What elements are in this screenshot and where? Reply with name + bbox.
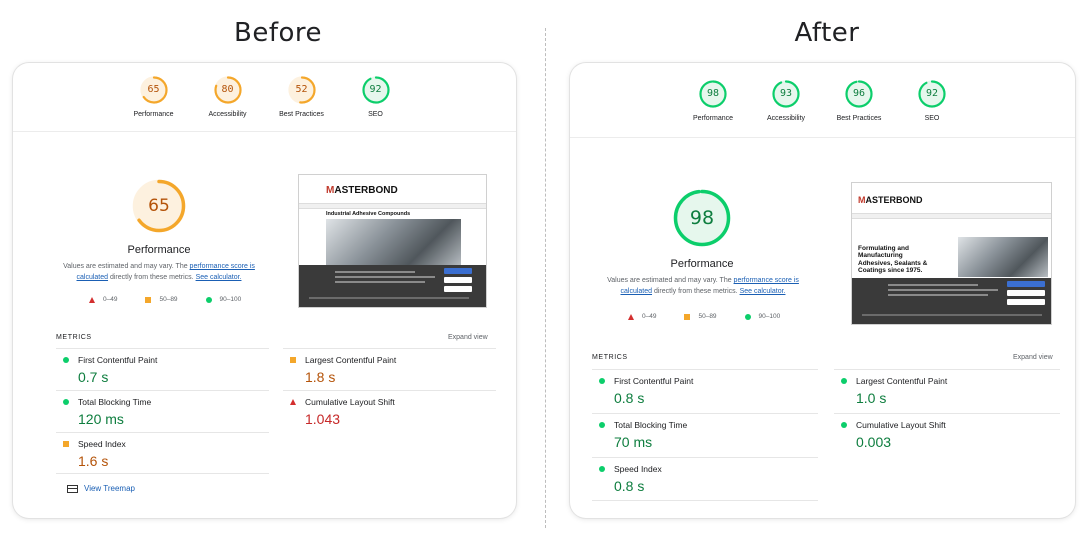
score-note: Values are estimated and may vary. The p…	[63, 263, 255, 281]
site-hero-heading: Industrial Adhesive Compounds	[326, 211, 411, 217]
metric-largest-contentful-paint: Largest Contentful Paint 1.0 s	[834, 369, 1060, 413]
category-scores: 65 Performance 80 Accessibility 52 Best …	[13, 75, 516, 145]
category-gauge-performance[interactable]: 65 Performance	[128, 75, 180, 145]
metric-first-contentful-paint: First Contentful Paint 0.7 s	[56, 348, 269, 390]
after-heading: After	[794, 18, 860, 48]
category-score: 98	[706, 88, 720, 99]
site-nav	[852, 213, 1051, 219]
pass-circle-icon	[63, 357, 69, 363]
pass-circle-icon	[599, 422, 605, 428]
metric-cumulative-layout-shift: Cumulative Layout Shift 1.043	[283, 390, 496, 432]
metric-speed-index: Speed Index 0.8 s	[592, 457, 818, 501]
site-logo: MASTERBOND	[326, 185, 398, 196]
category-label: Accessibility	[766, 115, 806, 122]
category-score: 93	[779, 88, 793, 99]
performance-title: Performance	[127, 244, 191, 256]
expand-view-toggle[interactable]: Expand view	[448, 334, 488, 341]
average-square-icon	[63, 441, 69, 447]
metric-total-blocking-time: Total Blocking Time 120 ms	[56, 390, 269, 432]
header-separator	[13, 131, 516, 132]
site-hero-heading: Formulating and Manufacturing Adhesives,…	[858, 245, 928, 275]
treemap-icon	[67, 484, 78, 493]
category-score: 92	[369, 84, 382, 95]
metrics-heading: METRICS	[592, 354, 628, 361]
pass-circle-icon	[841, 422, 847, 428]
category-gauge-seo[interactable]: 92 SEO	[906, 79, 958, 149]
before-heading: Before	[233, 18, 322, 48]
cookie-banner	[299, 265, 486, 307]
category-label: Performance	[692, 115, 734, 122]
score-note: Values are estimated and may vary. The p…	[607, 277, 799, 295]
average-square-icon	[684, 313, 691, 320]
metric-cumulative-layout-shift: Cumulative Layout Shift 0.003	[834, 413, 1060, 457]
category-label: Best Practices	[279, 111, 324, 118]
category-gauge-best-practices[interactable]: 52 Best Practices	[276, 75, 328, 145]
category-score: 92	[925, 88, 939, 99]
category-score: 96	[852, 88, 866, 99]
calculator-link[interactable]: See calculator.	[740, 288, 786, 295]
score-legend: 0–49 50–89 90–100	[628, 313, 780, 320]
category-score: 80	[221, 84, 234, 95]
average-square-icon	[290, 357, 296, 363]
metric-first-contentful-paint: First Contentful Paint 0.8 s	[592, 369, 818, 413]
performance-score: 98	[689, 207, 715, 229]
category-gauge-best-practices[interactable]: 96 Best Practices	[833, 79, 885, 149]
category-gauge-seo[interactable]: 92 SEO	[350, 75, 402, 145]
category-label: SEO	[368, 111, 383, 118]
category-label: Best Practices	[836, 115, 882, 122]
category-scores: 98 Performance 93 Accessibility 96 Best …	[570, 79, 1075, 149]
pass-circle-icon	[205, 296, 212, 303]
comparison-divider	[545, 28, 546, 528]
expand-view-toggle[interactable]: Expand view	[1013, 354, 1053, 361]
average-square-icon	[145, 296, 152, 303]
performance-gauge: 98	[672, 188, 732, 248]
performance-title: Performance	[670, 258, 734, 270]
category-label: SEO	[924, 115, 940, 122]
fail-triangle-icon	[290, 399, 296, 405]
pass-circle-icon	[744, 313, 751, 320]
category-gauge-accessibility[interactable]: 93 Accessibility	[760, 79, 812, 149]
view-treemap-button[interactable]: View Treemap	[67, 484, 135, 493]
performance-score: 65	[148, 196, 170, 216]
cookie-banner	[852, 278, 1051, 324]
pass-circle-icon	[841, 378, 847, 384]
category-label: Accessibility	[208, 111, 247, 118]
site-nav	[299, 203, 486, 209]
metric-total-blocking-time: Total Blocking Time 70 ms	[592, 413, 818, 457]
category-score: 65	[147, 84, 160, 95]
category-gauge-accessibility[interactable]: 80 Accessibility	[202, 75, 254, 145]
category-gauge-performance[interactable]: 98 Performance	[687, 79, 739, 149]
category-score: 52	[295, 84, 308, 95]
site-logo: MASTERBOND	[858, 195, 923, 205]
site-hero-photo	[326, 219, 461, 267]
fail-triangle-icon	[628, 313, 634, 320]
pass-circle-icon	[599, 466, 605, 472]
performance-gauge: 65	[131, 178, 187, 234]
metric-speed-index: Speed Index 1.6 s	[56, 432, 269, 474]
legend-pass: 90–100	[205, 296, 241, 303]
pass-circle-icon	[599, 378, 605, 384]
page-screenshot-thumbnail[interactable]: MASTERBOND Formulating and Manufacturing…	[851, 182, 1052, 325]
metric-largest-contentful-paint: Largest Contentful Paint 1.8 s	[283, 348, 496, 390]
score-legend: 0–49 50–89 90–100	[89, 296, 241, 303]
page-screenshot-thumbnail[interactable]: MASTERBOND Industrial Adhesive Compounds	[298, 174, 487, 308]
calculator-link[interactable]: See calculator.	[196, 274, 242, 281]
after-report-card: 98 Performance 93 Accessibility 96 Best …	[570, 63, 1075, 518]
pass-circle-icon	[63, 399, 69, 405]
header-separator	[570, 137, 1075, 138]
fail-triangle-icon	[89, 296, 95, 303]
legend-fail: 0–49	[628, 313, 656, 320]
legend-average: 50–89	[684, 313, 717, 320]
legend-pass: 90–100	[744, 313, 780, 320]
site-hero-photo	[958, 237, 1048, 277]
category-label: Performance	[133, 111, 174, 118]
metrics-heading: METRICS	[56, 334, 92, 341]
legend-fail: 0–49	[89, 296, 117, 303]
before-report-card: 65 Performance 80 Accessibility 52 Best …	[13, 63, 516, 518]
legend-average: 50–89	[145, 296, 178, 303]
